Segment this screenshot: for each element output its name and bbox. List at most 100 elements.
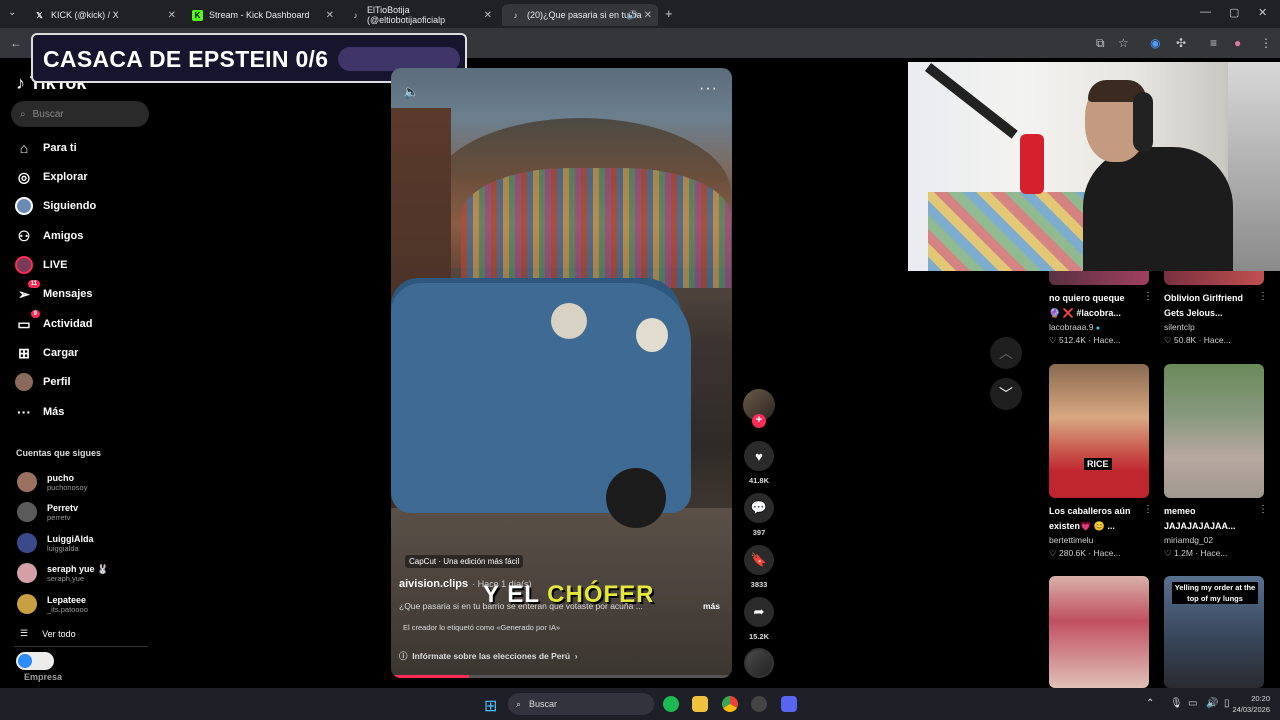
network-icon[interactable]: ▭ — [1188, 698, 1197, 709]
minimize-button[interactable]: — — [1200, 6, 1211, 18]
like-button[interactable]: ♥ 41.8K — [744, 441, 774, 485]
friends-icon: ⚇ — [17, 227, 31, 244]
chrome-icon[interactable] — [722, 696, 738, 712]
election-info-link[interactable]: ⓘ Infórmate sobre las elecciones de Perú… — [399, 650, 578, 662]
thumbnail[interactable] — [1049, 271, 1149, 285]
nav-amigos[interactable]: ⚇ Amigos — [15, 227, 84, 245]
more-options-icon[interactable]: ⋮ — [1258, 504, 1268, 515]
more-link[interactable]: más — [703, 601, 720, 611]
x-icon: 𝕏 — [36, 10, 43, 20]
extensions-puzzle-icon[interactable]: ✣ — [1176, 36, 1186, 50]
live-icon — [15, 256, 33, 274]
search-input[interactable]: ⌕ Buscar — [11, 101, 149, 127]
nav-explorar[interactable]: ◎ Explorar — [15, 168, 88, 186]
taskbar-search[interactable]: ⌕ Buscar — [508, 693, 654, 715]
nav-mensajes[interactable]: ➢ 11 Mensajes — [15, 280, 93, 303]
tab-active-tiktok[interactable]: ♪ (20)¿Que pasaria si en tu ba 🔊 ✕ — [502, 4, 658, 26]
tab-close-icon[interactable]: ✕ — [644, 10, 652, 21]
close-window-button[interactable]: ✕ — [1258, 6, 1267, 19]
upload-icon: ⊞ — [18, 344, 30, 361]
video-progress-bar[interactable] — [391, 675, 732, 678]
windows-start-icon[interactable]: ⊞ — [484, 696, 497, 716]
theme-toggle[interactable] — [16, 652, 54, 670]
microphone-icon[interactable]: 🎙 — [1170, 698, 1183, 709]
nav-siguiendo[interactable]: Siguiendo — [15, 197, 96, 215]
feed-card[interactable]: ⋮ Oblivion Girlfriend Gets Jelous... sil… — [1164, 291, 1268, 346]
obs-icon[interactable] — [751, 696, 767, 712]
music-disc[interactable] — [744, 648, 774, 678]
followed-account[interactable]: pucho puchonosoy — [17, 472, 87, 492]
share-button[interactable]: ➦ 15.2K — [744, 597, 774, 641]
capcut-label[interactable]: CapCut · Una edición más fácil — [405, 555, 524, 568]
spotify-icon[interactable] — [663, 696, 679, 712]
media-icon[interactable]: ≡ — [1210, 36, 1217, 50]
menu-dots-icon[interactable]: ⋮ — [1260, 36, 1272, 50]
chevron-right-icon: › — [574, 651, 578, 661]
more-options-icon[interactable]: ⋮ — [1143, 504, 1153, 515]
discord-icon[interactable] — [781, 696, 797, 712]
file-explorer-icon[interactable] — [692, 696, 708, 712]
see-all-link[interactable]: ☰ Ver todo — [20, 628, 76, 639]
profile-avatar-icon[interactable]: ● — [1234, 36, 1241, 50]
save-button[interactable]: 🔖 3833 — [744, 545, 774, 589]
followed-account[interactable]: LuiggiAlda luiggialda — [17, 533, 94, 553]
prev-video-button[interactable]: ︿ — [990, 337, 1022, 369]
install-icon[interactable]: ⧉ — [1096, 36, 1105, 51]
bookmark-star-icon[interactable]: ☆ — [1118, 36, 1129, 50]
thumbnail[interactable] — [1164, 271, 1264, 285]
tab-eltiobotija[interactable]: ♪ ElTioBotija (@eltiobotijaoficialp ✕ — [342, 4, 498, 26]
more-options-icon[interactable]: ⋮ — [1258, 291, 1268, 302]
follow-plus-button[interactable]: + — [752, 414, 766, 428]
tray-chevron-icon[interactable]: ⌃ — [1146, 698, 1154, 709]
save-count: 3833 — [750, 580, 768, 589]
tab-close-icon[interactable]: ✕ — [326, 10, 334, 21]
video-player[interactable]: 🔈 ··· CapCut · Una edición más fácil aiv… — [391, 68, 732, 678]
feed-card[interactable]: ⋮ memeo JAJAJAJAJAA... miriamdg_02 ♡ 1.2… — [1164, 364, 1268, 559]
tab-kick-dashboard[interactable]: K Stream - Kick Dashboard ✕ — [184, 4, 340, 26]
webcam-person-body — [1083, 147, 1233, 271]
battery-icon[interactable]: ▯ — [1224, 698, 1230, 709]
nav-live[interactable]: LIVE — [15, 256, 67, 274]
feed-card[interactable]: Yelling my order at the top of my lungs — [1164, 576, 1264, 688]
tab-search-icon[interactable]: ⌄ — [8, 7, 16, 18]
volume-icon[interactable]: 🔊 — [1206, 698, 1218, 709]
thumbnail-caption: RICE — [1084, 458, 1112, 470]
chevron-down-icon: ﹀ — [999, 386, 1013, 402]
more-options-icon[interactable]: ··· — [699, 80, 718, 98]
feed-card[interactable] — [1049, 576, 1149, 688]
thumbnail — [1164, 364, 1264, 498]
tab-close-icon[interactable]: ✕ — [484, 10, 492, 21]
feed-card[interactable]: RICE ⋮ Los caballeros aún existen💗 😊 ...… — [1049, 364, 1153, 559]
followed-account[interactable]: Lepateee _its.patoooo — [17, 594, 88, 614]
followed-account[interactable]: seraph yue 🐰 seraph.yue — [17, 563, 108, 583]
audio-icon[interactable]: 🔊 — [627, 10, 638, 21]
nav-cargar[interactable]: ⊞ Cargar — [15, 344, 78, 362]
followed-account[interactable]: Perretv perretv — [17, 502, 78, 522]
next-video-button[interactable]: ﹀ — [990, 378, 1022, 410]
nav-perfil[interactable]: Perfil — [15, 373, 71, 391]
heart-outline-icon: ♡ — [1049, 548, 1057, 558]
taskbar-clock[interactable]: 20:20 24/03/2026 — [1232, 693, 1270, 715]
tab-close-icon[interactable]: ✕ — [168, 10, 176, 21]
following-icon — [15, 197, 33, 215]
extension-icon[interactable]: ◉ — [1150, 36, 1160, 50]
footer-empresa[interactable]: Empresa — [24, 672, 62, 682]
feed-card[interactable]: ⋮ no quiero queque 🔮 ❌ #lacobra... lacob… — [1049, 291, 1153, 346]
tab-kick-x[interactable]: 𝕏 KICK (@kick) / X ✕ — [26, 4, 182, 26]
heart-outline-icon: ♡ — [1049, 335, 1057, 345]
toggle-knob — [18, 654, 32, 668]
messages-badge: 11 — [27, 280, 40, 288]
tiktok-icon: ♪ — [353, 10, 358, 20]
video-scene-houses — [461, 168, 731, 288]
nav-mas[interactable]: ··· Más — [15, 403, 64, 421]
more-options-icon[interactable]: ⋮ — [1143, 291, 1153, 302]
nav-para-ti[interactable]: ⌂ Para ti — [15, 139, 77, 157]
webcam-microphone — [1020, 134, 1044, 194]
maximize-button[interactable]: ▢ — [1229, 6, 1239, 19]
webcam-headphones — [1133, 92, 1153, 152]
new-tab-button[interactable]: + — [665, 6, 673, 21]
back-icon[interactable]: ← — [10, 36, 22, 50]
nav-actividad[interactable]: ▭ 9 Actividad — [15, 310, 93, 333]
volume-icon[interactable]: 🔈 — [403, 84, 419, 100]
comment-button[interactable]: 💬 397 — [744, 493, 774, 537]
